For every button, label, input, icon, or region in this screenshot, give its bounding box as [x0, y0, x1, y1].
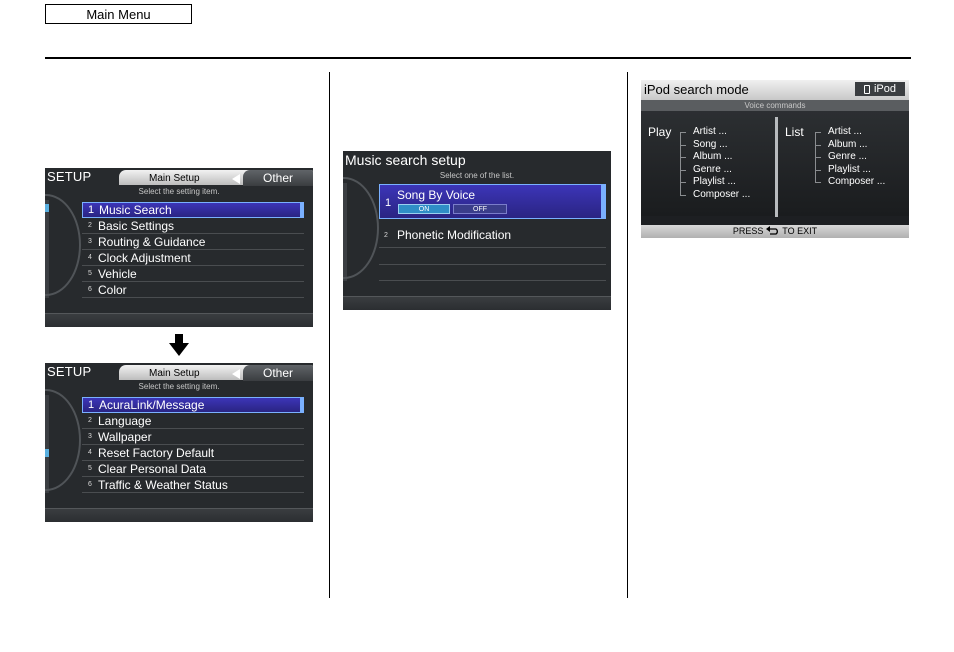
setup-hint: Select the setting item.	[138, 382, 220, 391]
menu-item-basic-settings[interactable]: 2 Basic Settings	[82, 218, 304, 234]
ipod-badge: iPod	[855, 82, 905, 96]
dial-arc-decoration	[45, 194, 81, 296]
setup-screen-2: SETUP Main Setup Other Select the settin…	[45, 363, 313, 522]
play-composer: Composer ...	[693, 189, 751, 200]
dial-arc-decoration	[343, 177, 379, 279]
phonetic-modification-num: 2	[384, 232, 388, 239]
tab-left-arrow-icon[interactable]	[232, 174, 240, 184]
back-icon	[765, 226, 778, 235]
menu-item-vehicle[interactable]: 5 Vehicle	[82, 266, 304, 282]
column-divider-right	[627, 72, 628, 598]
menu-item-color[interactable]: 6 Color	[82, 282, 304, 298]
dial-arc-decoration	[45, 389, 81, 491]
setup-menu-list: 1 Music Search 2 Basic Settings 3 Routing &…	[82, 202, 304, 298]
main-menu-button[interactable]: Main Menu	[45, 4, 192, 24]
menu-item-reset-factory-default[interactable]: 4 Reset Factory Default	[82, 445, 304, 461]
tree-tick	[680, 182, 686, 183]
tab-main-setup[interactable]: Main Setup	[149, 368, 200, 379]
setup-screen-1: SETUP Main Setup Other Select the settin…	[45, 168, 313, 327]
tree-tick	[680, 132, 686, 133]
phonetic-modification-item[interactable]: Phonetic Modification	[397, 228, 511, 242]
list-playlist: Playlist ...	[828, 164, 871, 175]
tree-tick	[815, 145, 821, 146]
menu-item-clear-personal-data[interactable]: 5 Clear Personal Data	[82, 461, 304, 477]
ipod-device-icon	[863, 84, 870, 94]
list-album: Album ...	[828, 139, 868, 150]
ipod-header: iPod search mode iPod	[641, 80, 909, 100]
down-arrow-icon	[169, 334, 189, 356]
tree-tick	[815, 132, 821, 133]
list-artist: Artist ...	[828, 126, 862, 137]
voice-command-panel: Play Artist ... Song ... Album ... Genre…	[641, 111, 909, 217]
setup-title: SETUP	[47, 364, 92, 379]
play-genre: Genre ...	[693, 164, 732, 175]
tree-tick	[680, 195, 686, 196]
list-label: List	[785, 125, 804, 139]
play-album: Album ...	[693, 151, 733, 162]
menu-item-clock-adjustment[interactable]: 4 Clock Adjustment	[82, 250, 304, 266]
play-artist: Artist ...	[693, 126, 727, 137]
menu-item-traffic-weather-status[interactable]: 6 Traffic & Weather Status	[82, 477, 304, 493]
exit-instruction: PRESS TO EXIT	[641, 225, 909, 238]
tab-other[interactable]: Other	[243, 365, 313, 381]
menu-item-wallpaper[interactable]: 3 Wallpaper	[82, 429, 304, 445]
list-composer: Composer ...	[828, 176, 886, 187]
music-search-screen: Music search setup Select one of the lis…	[343, 151, 611, 310]
list-genre: Genre ...	[828, 151, 867, 162]
setup-hint: Select the setting item.	[138, 187, 220, 196]
play-song: Song ...	[693, 139, 728, 150]
tree-tick	[815, 170, 821, 171]
tab-main-setup[interactable]: Main Setup	[149, 173, 200, 184]
tree-tick	[815, 182, 821, 183]
tab-other[interactable]: Other	[243, 170, 313, 186]
screen-title: Music search setup	[345, 152, 466, 168]
tree-tick	[815, 157, 821, 158]
menu-item-acuralink-message[interactable]: 1 AcuraLink/Message	[82, 397, 304, 413]
column-divider-left	[329, 72, 330, 598]
setup-menu-list: 1 AcuraLink/Message 2 Language 3 Wallpaper …	[82, 397, 304, 493]
play-playlist: Playlist ...	[693, 176, 736, 187]
tab-left-arrow-icon[interactable]	[232, 369, 240, 379]
tree-tick	[680, 145, 686, 146]
header-rule	[45, 57, 911, 59]
on-toggle[interactable]: ON	[398, 204, 450, 214]
column-split	[775, 117, 778, 217]
off-toggle[interactable]: OFF	[453, 204, 507, 214]
screen-bottom-bar	[343, 296, 611, 310]
divider	[379, 247, 606, 248]
divider	[379, 264, 606, 265]
menu-item-music-search[interactable]: 1 Music Search	[82, 202, 304, 218]
screen-bottom-bar	[45, 508, 313, 522]
tree-tick	[680, 157, 686, 158]
play-label: Play	[648, 125, 672, 139]
ipod-search-screen: iPod search mode iPod Voice commands Pla…	[641, 80, 909, 238]
screen-hint: Select one of the list.	[439, 171, 515, 180]
song-by-voice-label: Song By Voice	[397, 188, 476, 202]
song-by-voice-item[interactable]: 1 Song By Voice ON OFF	[379, 184, 606, 219]
setup-title: SETUP	[47, 169, 92, 184]
voice-commands-label: Voice commands	[641, 100, 909, 111]
ipod-title: iPod search mode	[644, 82, 749, 97]
screen-bottom-bar	[45, 313, 313, 327]
tree-tick	[680, 170, 686, 171]
divider	[379, 280, 606, 281]
play-tree-line	[680, 132, 681, 195]
menu-item-routing-guidance[interactable]: 3 Routing & Guidance	[82, 234, 304, 250]
menu-item-language[interactable]: 2 Language	[82, 413, 304, 429]
